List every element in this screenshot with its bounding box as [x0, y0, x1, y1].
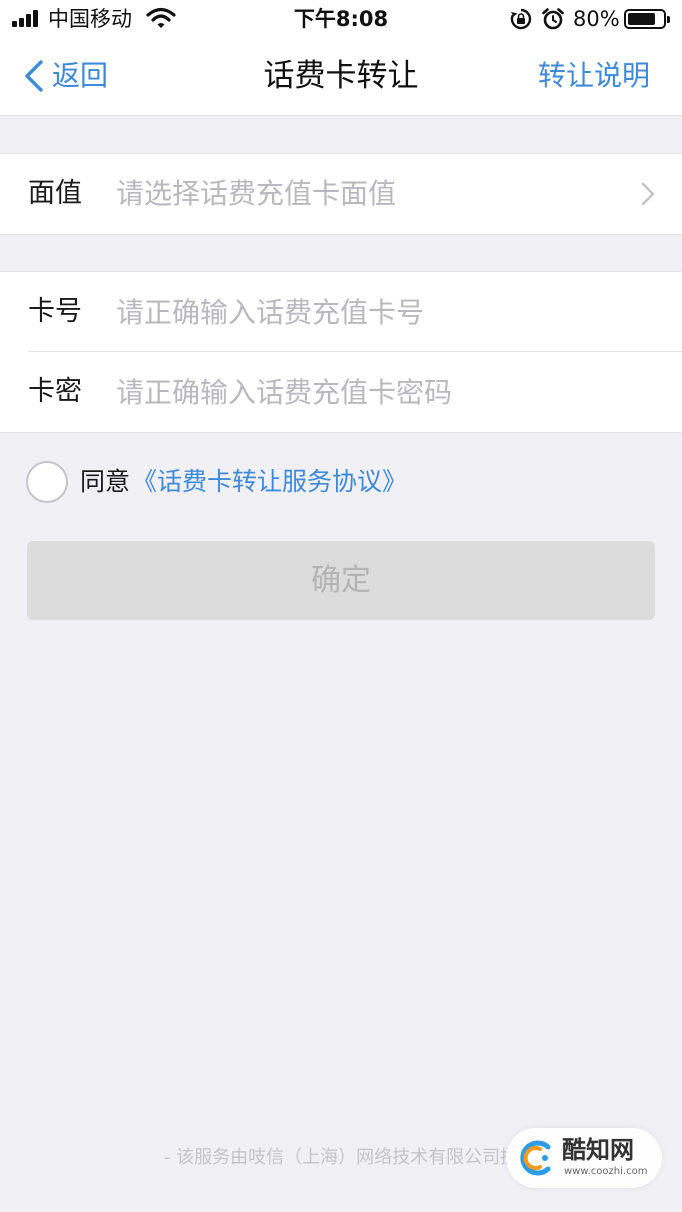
agreement-checkbox[interactable]	[26, 461, 68, 503]
card-password-row: 卡密	[0, 352, 682, 432]
coozhi-logo-icon	[520, 1140, 551, 1176]
watermark-url: www.coozhi.com	[564, 1166, 648, 1177]
alarm-icon	[542, 8, 564, 30]
battery-percent: 80%	[573, 7, 620, 31]
card-info-group: 卡号 卡密	[0, 271, 682, 433]
face-value-label: 面值	[28, 178, 82, 209]
status-bar: 中国移动 下午8:08 80%	[0, 0, 682, 38]
card-number-label: 卡号	[28, 296, 82, 327]
watermark-badge: 酷知网 www.coozhi.com	[506, 1128, 662, 1188]
agreement-link[interactable]: 《话费卡转让服务协议》	[132, 460, 407, 504]
agreement-label: 同意	[80, 467, 131, 496]
card-password-input[interactable]	[116, 370, 656, 414]
watermark-name: 酷知网	[562, 1136, 634, 1164]
transfer-instructions-link[interactable]: 转让说明	[538, 54, 650, 98]
agreement-row: 同意 《话费卡转让服务协议》	[26, 460, 407, 504]
battery-icon	[624, 9, 670, 29]
confirm-button[interactable]: 确定	[27, 541, 655, 620]
nav-bar: 返回 话费卡转让 转让说明	[0, 38, 682, 116]
card-password-label: 卡密	[28, 376, 82, 407]
face-value-row[interactable]: 面值 请选择话费充值卡面值	[0, 154, 682, 234]
card-number-row: 卡号	[0, 272, 682, 352]
chevron-right-icon	[641, 182, 655, 206]
card-number-input[interactable]	[116, 290, 656, 334]
face-value-placeholder: 请选择话费充值卡面值	[116, 177, 397, 210]
face-value-group: 面值 请选择话费充值卡面值	[0, 153, 682, 235]
battery-level	[628, 13, 655, 25]
rotation-lock-icon	[510, 8, 532, 30]
